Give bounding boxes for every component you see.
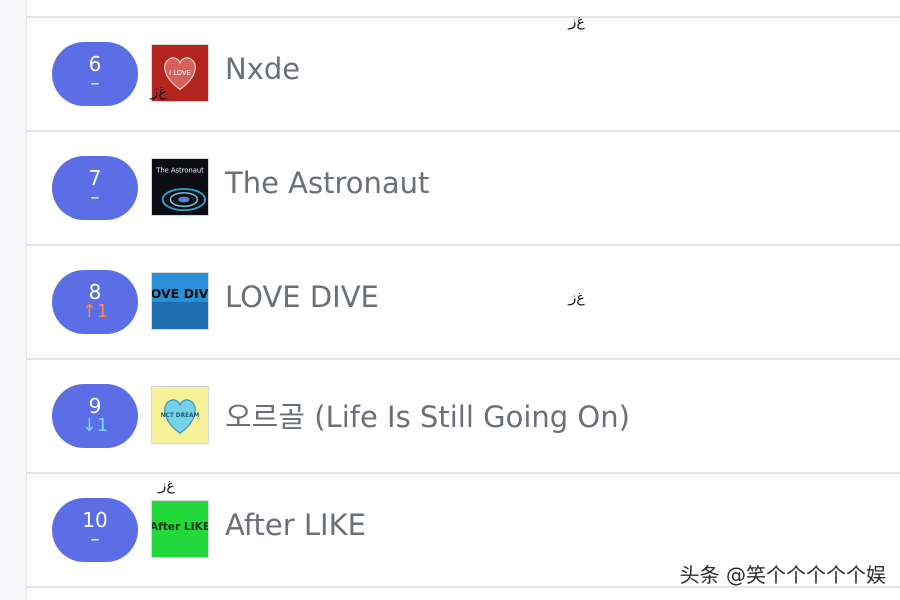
rank-change-up: ↑1 <box>81 301 109 323</box>
cover-text: After LIKE <box>152 520 208 533</box>
cover-text: I LOVE <box>169 69 191 77</box>
scribble-mark: ﻍﺯ <box>568 14 586 30</box>
rank-number: 7 <box>88 166 102 191</box>
rank-badge: 10 – <box>52 498 138 562</box>
song-title[interactable]: The Astronaut <box>225 166 429 200</box>
rank-number: 10 <box>82 508 108 533</box>
after-like-album-cover-icon[interactable]: After LIKE <box>151 500 209 558</box>
watermark-text: 头条 @笑个个个个个娱 <box>679 563 886 587</box>
rank-number: 9 <box>88 394 102 419</box>
rank-change: – <box>90 73 100 95</box>
song-title[interactable]: LOVE DIVE <box>225 280 379 314</box>
the-astronaut-album-cover-icon[interactable]: The Astronaut <box>151 158 209 216</box>
song-title[interactable]: After LIKE <box>225 508 366 542</box>
rank-badge: 8 ↑1 <box>52 270 138 334</box>
rank-number: 8 <box>88 280 102 305</box>
cover-text: The Astronaut <box>155 167 204 175</box>
rank-number: 6 <box>88 52 102 77</box>
rank-badge: 7 – <box>52 156 138 220</box>
nct-dream-album-cover-icon[interactable]: NCT DREAM <box>151 386 209 444</box>
love-dive-album-cover-icon[interactable]: LOVE DIVE <box>151 272 209 330</box>
chart-row[interactable]: 6 – I LOVE Nxde <box>27 18 900 130</box>
chart-row[interactable]: 8 ↑1 LOVE DIVE LOVE DIVE <box>27 246 900 358</box>
cover-text: LOVE DIVE <box>152 286 208 301</box>
chart-row[interactable]: 9 ↓1 NCT DREAM 오르골 (Life Is Still Going … <box>27 360 900 472</box>
scribble-mark: ﻍﺯ <box>568 290 586 306</box>
rank-badge: 6 – <box>52 42 138 106</box>
rank-change: – <box>90 187 100 209</box>
rank-badge: 9 ↓1 <box>52 384 138 448</box>
chart-row[interactable]: 7 – The Astronaut The Astronaut <box>27 132 900 244</box>
scribble-mark: ﻍﺯ <box>150 84 168 100</box>
cover-text: NCT DREAM <box>161 413 200 419</box>
song-title[interactable]: 오르골 (Life Is Still Going On) <box>225 394 630 436</box>
scribble-mark: ﻍﺯ <box>158 478 176 494</box>
rank-change: – <box>90 529 100 551</box>
rank-change-down: ↓1 <box>81 415 109 437</box>
song-title[interactable]: Nxde <box>225 52 300 86</box>
left-gutter <box>0 0 27 600</box>
